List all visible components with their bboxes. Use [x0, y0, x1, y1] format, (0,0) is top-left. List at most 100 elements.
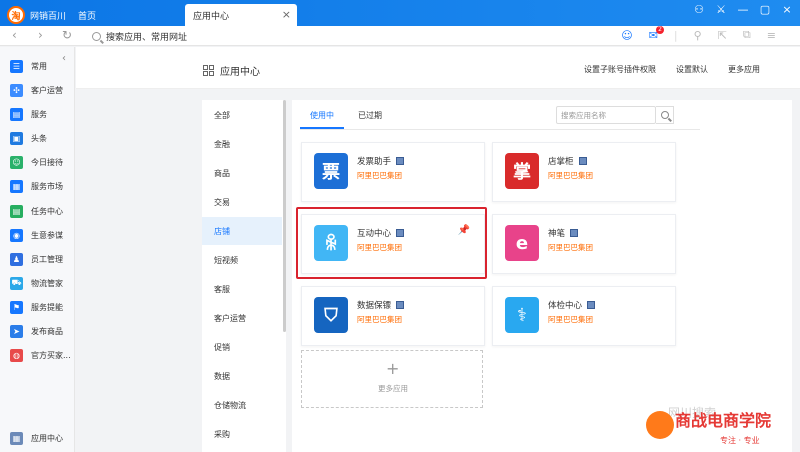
close-window-button[interactable]: ×	[780, 3, 794, 16]
set-default-link[interactable]: 设置默认	[676, 64, 708, 75]
category-item[interactable]: 商品	[202, 159, 282, 187]
app-card[interactable]: ⚕ 体检中心阿里巴巴集团	[492, 286, 676, 346]
category-item[interactable]: 金融	[202, 130, 282, 158]
sidebar-item-label: 头条	[31, 133, 47, 143]
category-item[interactable]: 数据	[202, 362, 282, 390]
category-item[interactable]: 仓储物流	[202, 391, 282, 419]
category-item[interactable]: 促销	[202, 333, 282, 361]
tab-home[interactable]: 首页	[78, 9, 96, 22]
category-item[interactable]: 全部	[202, 101, 282, 129]
app-vendor: 阿里巴巴集团	[548, 315, 593, 324]
tab-in-use[interactable]: 使用中	[310, 110, 334, 121]
app-card[interactable]: 票发票助手阿里巴巴集团	[301, 142, 485, 202]
assistant-icon[interactable]: ☺	[621, 29, 632, 42]
address-search[interactable]: 搜索应用、常用网址	[92, 30, 187, 43]
app-name: 发票助手	[357, 155, 405, 167]
message-icon[interactable]: ✉ 2	[649, 25, 664, 42]
title-bar: 淘 网销百川 首页 应用中心 × ⚇ ⚔ — ▢ ×	[0, 0, 800, 26]
collapse-sidebar-icon[interactable]: ‹	[62, 53, 66, 64]
app-icon: 票	[314, 153, 348, 189]
app-name: 体检中心	[548, 299, 596, 311]
sidebar-item[interactable]: ▤ 服务	[10, 106, 47, 122]
shirt-icon[interactable]: ⚔	[714, 3, 728, 16]
set-subaccount-permissions-link[interactable]: 设置子账号插件权限	[584, 64, 656, 75]
content: 全部 金融 商品 交易 店铺 短视频 客服 客户运营 促销 数据 仓储物流 采购 使用中 已过期 搜索…	[202, 100, 792, 452]
sidebar-item[interactable]: ⚑ 服务提能	[10, 299, 63, 315]
category-scrollbar[interactable]	[283, 100, 286, 332]
search-icon	[660, 111, 669, 119]
category-item[interactable]: 客服	[202, 275, 282, 303]
skin-icon[interactable]: ⚇	[692, 3, 706, 16]
sidebar-item-icon: ▦	[10, 179, 23, 193]
sidebar-item-label: 服务市场	[31, 181, 63, 191]
app-name-text: 发票助手	[357, 157, 392, 167]
sidebar-item[interactable]: ▦ 服务市场	[10, 178, 63, 194]
category-item[interactable]: 客户运营	[202, 304, 282, 332]
grid-icon	[203, 65, 214, 76]
message-badge: 2	[656, 25, 664, 34]
app-card[interactable]: e 神笔 阿里巴巴集团	[492, 214, 676, 274]
watermark-logo-icon	[646, 411, 674, 439]
category-item[interactable]: 交易	[202, 188, 282, 216]
page-title-text: 应用中心	[220, 67, 260, 78]
watermark: 网川搜索 商战电商学院 专注 · 专业	[640, 405, 800, 452]
sidebar-item-icon: ♟	[10, 252, 23, 266]
copy-icon[interactable]: ⧉	[743, 28, 751, 42]
app-name-text: 数据保镖	[357, 301, 392, 311]
refresh-button[interactable]: ↻	[62, 28, 72, 42]
sidebar-item[interactable]: ✣ 客户运营	[10, 82, 63, 98]
app-vendor: 阿里巴巴集团	[548, 171, 593, 180]
category-item[interactable]: 短视频	[202, 246, 282, 274]
sidebar-item[interactable]: ➤ 发布商品	[10, 323, 63, 339]
sidebar-item-icon: ➤	[10, 324, 23, 338]
tab-app-center[interactable]: 应用中心 ×	[185, 4, 297, 26]
add-more-apps-card[interactable]: + 更多应用	[301, 350, 483, 408]
category-item[interactable]: 采购	[202, 420, 282, 448]
forward-button[interactable]: ›	[38, 28, 43, 42]
back-button[interactable]: ‹	[12, 28, 17, 42]
sidebar-item-icon: ☺	[10, 155, 23, 169]
app-vendor: 阿里巴巴集团	[357, 171, 402, 180]
sidebar-item[interactable]: ⛟ 物流管家	[10, 275, 63, 291]
sidebar-item[interactable]: ◉ 生意参谋	[10, 227, 63, 243]
category-item[interactable]: 店铺	[202, 217, 282, 245]
app-center-header: 应用中心 设置子账号插件权限 设置默认 更多应用	[76, 47, 800, 89]
sidebar-item[interactable]: ▤ 任务中心	[10, 203, 63, 219]
share-icon[interactable]: ⇱	[718, 29, 727, 42]
app-icon: ⚕	[505, 297, 539, 333]
app-card[interactable]: 掌店掌柜 阿里巴巴集团	[492, 142, 676, 202]
sidebar-item[interactable]: ☰ 常用	[10, 58, 47, 74]
sidebar-item[interactable]: ◍ 官方买家...	[10, 347, 71, 363]
sidebar-item-label: 常用	[31, 61, 47, 71]
sidebar-item[interactable]: ▣ 头条	[10, 130, 47, 146]
address-bar: ‹ › ↻ 搜索应用、常用网址 ☺ ✉ 2 | ⚲ ⇱ ⧉ ≡	[0, 25, 800, 46]
menu-icon[interactable]: ≡	[767, 29, 776, 42]
header-links: 设置子账号插件权限 设置默认 更多应用	[584, 64, 760, 75]
address-bar-tools: ☺ ✉ 2 | ⚲ ⇱ ⧉ ≡	[621, 25, 776, 42]
app-search-button[interactable]	[656, 106, 674, 124]
sidebar-item[interactable]: ♟ 员工管理	[10, 251, 63, 267]
sidebar-item[interactable]: ☺ 今日接待	[10, 154, 63, 170]
watermark-subtitle: 专注 · 专业	[720, 436, 760, 445]
sidebar-item-label: 应用中心	[31, 433, 63, 443]
page-title: 应用中心	[203, 63, 260, 78]
sidebar-item-app-center[interactable]: ▦ 应用中心	[10, 430, 63, 446]
app-vendor: 阿里巴巴集团	[548, 243, 593, 252]
app-icon: ⛉	[314, 297, 348, 333]
sidebar-item-label: 今日接待	[31, 157, 63, 167]
tab-expired[interactable]: 已过期	[358, 110, 382, 121]
highlight-box	[296, 207, 487, 279]
app-name: 店掌柜	[548, 155, 587, 167]
maximize-button[interactable]: ▢	[758, 3, 772, 16]
pin-icon[interactable]: ⚲	[694, 29, 702, 42]
minimize-button[interactable]: —	[736, 3, 750, 16]
app-card[interactable]: ⛉ 数据保镖 阿里巴巴集团	[301, 286, 485, 346]
tab-close-icon[interactable]: ×	[282, 8, 291, 21]
sidebar-item-label: 物流管家	[31, 278, 63, 288]
sidebar-item-label: 官方买家...	[31, 350, 71, 360]
more-apps-link[interactable]: 更多应用	[728, 64, 760, 75]
search-icon	[92, 32, 101, 41]
app-name-text: 神笔	[548, 229, 566, 239]
app-search-input[interactable]: 搜索应用名称	[556, 106, 656, 124]
sidebar-item-label: 员工管理	[31, 254, 63, 264]
